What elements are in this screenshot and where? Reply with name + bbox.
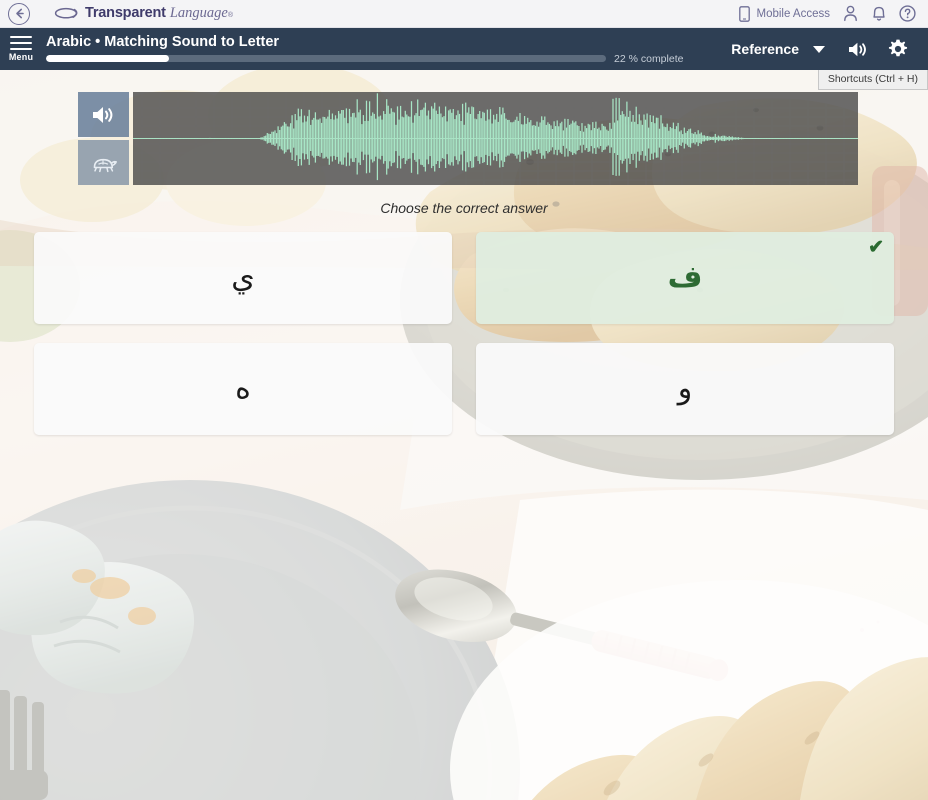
answer-letter: ي <box>231 260 255 295</box>
exercise-prompt: Choose the correct answer <box>380 200 548 216</box>
answer-option-top-left[interactable]: ي <box>34 232 452 324</box>
lesson-title: Arabic • Matching Sound to Letter <box>46 33 280 50</box>
chevron-down-icon <box>813 45 825 53</box>
shortcuts-tooltip[interactable]: Shortcuts (Ctrl + H) <box>817 70 928 90</box>
registered-mark: ® <box>227 12 233 19</box>
lesson-info: Arabic • Matching Sound to Letter 22 % c… <box>42 28 719 70</box>
speaker-play-icon <box>93 106 113 123</box>
brand-logo[interactable]: Transparent Language ® <box>54 5 233 22</box>
play-audio-button[interactable] <box>78 92 129 137</box>
volume-button[interactable] <box>837 40 878 59</box>
transparent-swoosh-icon <box>54 7 78 19</box>
reference-dropdown[interactable]: Reference <box>719 41 837 57</box>
help-circle-icon <box>899 5 916 22</box>
bell-icon <box>873 6 885 21</box>
lesson-bar-actions: Reference <box>719 39 928 59</box>
gear-icon <box>888 39 908 57</box>
brand-name-bold: Transparent <box>85 5 166 21</box>
waveform-graph <box>133 92 858 185</box>
user-account-icon <box>844 5 857 22</box>
answer-letter: و <box>677 371 693 406</box>
progress-bar-fill <box>46 55 170 62</box>
lesson-screen: Transparent Language ® Mobile Access Men… <box>0 0 928 800</box>
back-arrow-icon <box>15 8 24 19</box>
progress-label: 22 % complete <box>614 52 684 65</box>
correct-check-icon: ✔ <box>868 237 884 258</box>
progress-bar[interactable] <box>46 55 606 62</box>
settings-button[interactable] <box>878 39 918 59</box>
top-utility-bar: Transparent Language ® Mobile Access <box>0 0 928 28</box>
menu-button-label: Menu <box>8 52 34 63</box>
slow-audio-button[interactable] <box>78 140 129 185</box>
answer-letter: ف <box>667 260 703 295</box>
audio-waveform-display[interactable] <box>133 92 858 185</box>
menu-button[interactable]: Menu <box>0 28 42 70</box>
progress-row: 22 % complete <box>46 53 719 65</box>
mobile-access-button[interactable]: Mobile Access <box>739 5 830 22</box>
turtle-slow-playback-icon <box>93 158 117 172</box>
mobile-access-label: Mobile Access <box>756 7 830 20</box>
mobile-phone-icon <box>739 5 751 22</box>
hamburger-menu-icon <box>10 35 32 51</box>
audio-player <box>78 92 858 185</box>
shortcuts-tooltip-label: Shortcuts (Ctrl + H) <box>827 73 918 85</box>
answer-option-bottom-left[interactable]: ه <box>34 343 452 435</box>
notifications-button[interactable] <box>871 5 887 22</box>
answer-option-bottom-right[interactable]: و <box>476 343 894 435</box>
answer-letter: ه <box>235 371 251 406</box>
reference-label: Reference <box>731 41 799 57</box>
speaker-icon <box>849 42 866 56</box>
brand-name-italic: Language <box>169 5 228 21</box>
back-button[interactable] <box>8 2 30 25</box>
lesson-navigation-bar: Menu Arabic • Matching Sound to Letter 2… <box>0 28 928 70</box>
answer-option-top-right[interactable]: ف ✔ <box>476 232 894 324</box>
help-button[interactable] <box>899 5 916 22</box>
top-bar-actions: Mobile Access <box>739 5 928 22</box>
answer-choices-grid: ي ف ✔ ه و <box>34 232 894 435</box>
audio-player-buttons <box>78 92 129 185</box>
account-button[interactable] <box>842 5 859 22</box>
